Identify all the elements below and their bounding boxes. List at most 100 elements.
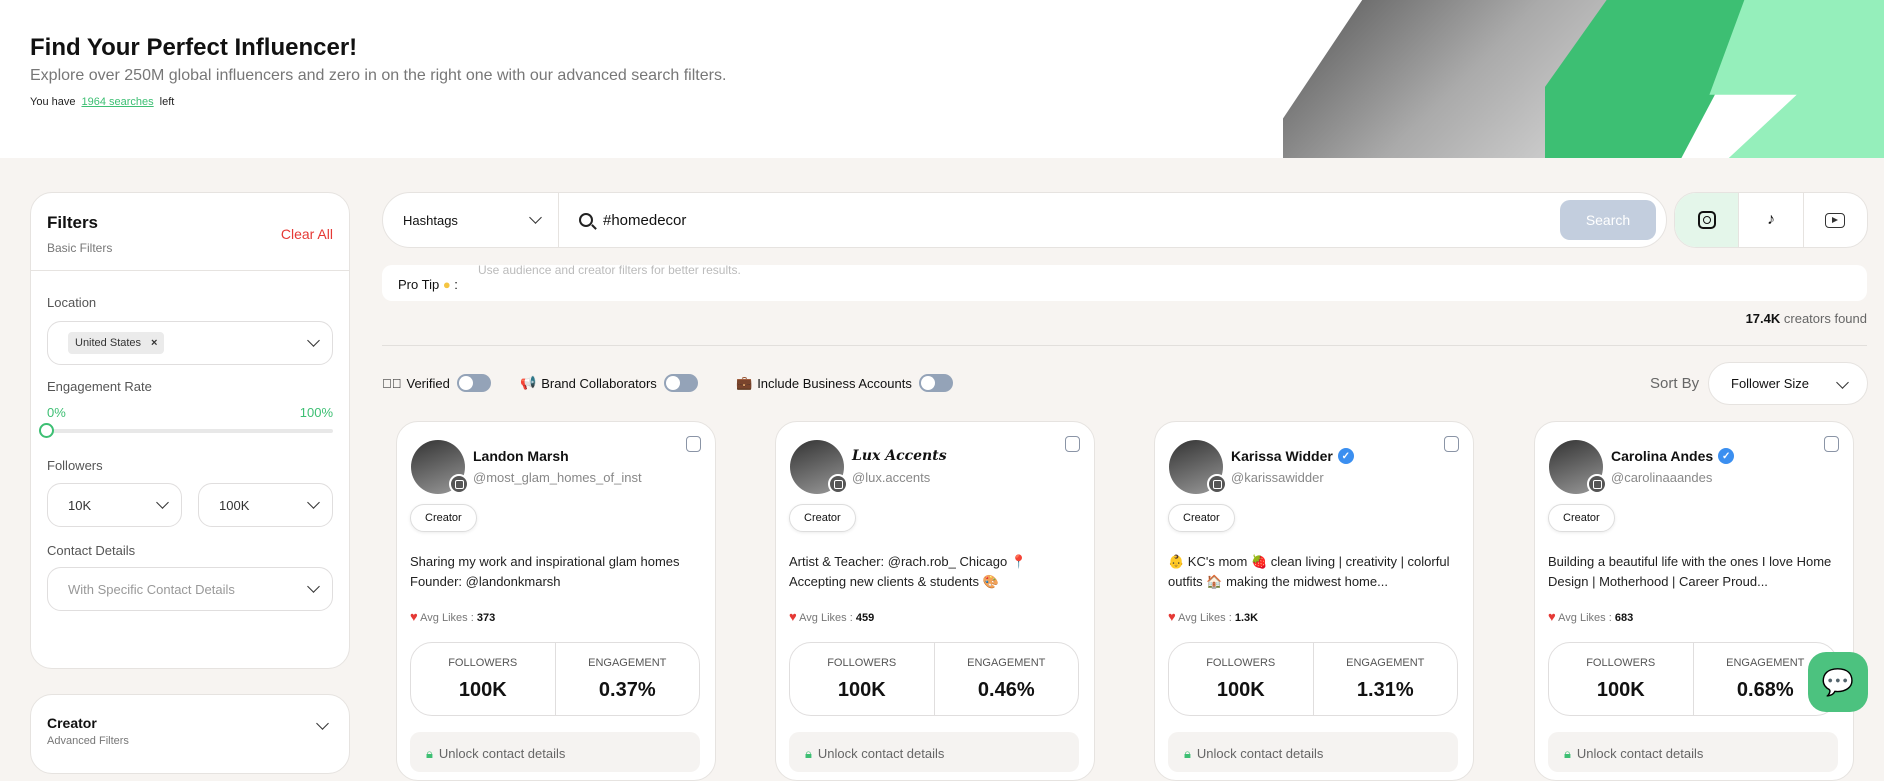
- creator-name[interactable]: Lux Accents: [852, 448, 947, 464]
- select-checkbox[interactable]: [1065, 436, 1080, 452]
- clear-all-button[interactable]: Clear All: [281, 226, 333, 242]
- creator-bio: Building a beautiful life with the ones …: [1548, 554, 1832, 589]
- lightbulb-icon: ●: [442, 277, 451, 292]
- slider-handle[interactable]: [39, 423, 54, 438]
- creator-name-text: Carolina Andes: [1611, 448, 1714, 464]
- engagement-label: ENGAGEMENT: [1346, 657, 1425, 669]
- verified-badge-icon: ✓: [1718, 448, 1735, 464]
- followers-max-select[interactable]: 100K: [198, 483, 333, 527]
- avg-likes-value: 683: [1614, 612, 1634, 624]
- unlock-label: Unlock contact details: [438, 746, 566, 761]
- megaphone-icon: 📢: [520, 375, 537, 390]
- verified-toggle[interactable]: [456, 374, 491, 392]
- creator-name[interactable]: Landon Marsh: [473, 448, 569, 464]
- engagement-slider[interactable]: [39, 423, 333, 438]
- heart-icon: ♥: [1168, 609, 1176, 624]
- avg-likes-label: Avg Likes :: [420, 612, 474, 624]
- followers-min-select[interactable]: 10K: [47, 483, 182, 527]
- followers-label: FOLLOWERS: [1586, 657, 1656, 669]
- stats-box: FOLLOWERS 100K ENGAGEMENT 0.37%: [410, 642, 700, 716]
- instagram-badge-icon: [449, 474, 469, 494]
- searches-left-link[interactable]: 1964 searches: [81, 96, 153, 108]
- location-label: Location: [47, 295, 97, 310]
- brand-collaborators-toggle[interactable]: [663, 374, 698, 392]
- lock-icon: 🔒︎: [426, 746, 433, 761]
- location-select[interactable]: United States ×: [47, 321, 333, 365]
- search-type-select[interactable]: Hashtags: [383, 193, 559, 247]
- creator-handle: @carolinaaandes: [1611, 470, 1713, 485]
- creator-card[interactable]: Carolina Andes ✓ @carolinaaandes Creator …: [1534, 421, 1854, 781]
- unlock-label: Unlock contact details: [817, 746, 945, 761]
- sort-select[interactable]: Follower Size: [1708, 362, 1868, 405]
- remove-chip-icon[interactable]: ×: [151, 337, 157, 349]
- heart-icon: ♥: [789, 609, 797, 624]
- creator-bio: Sharing my work and inspirational glam h…: [410, 554, 680, 589]
- unlock-contact-button[interactable]: 🔒︎ Unlock contact details: [1168, 732, 1458, 772]
- divider: [382, 345, 1867, 346]
- instagram-badge-icon: [1207, 474, 1227, 494]
- search-input[interactable]: #homedecor: [603, 212, 1560, 229]
- location-chip-label: United States: [75, 337, 142, 349]
- search-quota: You have 1964 searches left: [30, 96, 174, 108]
- select-checkbox[interactable]: [1444, 436, 1459, 452]
- platform-selector: ♪: [1674, 192, 1868, 248]
- platform-youtube[interactable]: [1804, 193, 1867, 247]
- followers-label: Followers: [47, 458, 103, 473]
- creator-filters-panel[interactable]: Creator Advanced Filters: [30, 694, 350, 774]
- sort-label: Sort By: [1650, 375, 1700, 392]
- engagement-value: 0.37%: [598, 679, 656, 701]
- stats-box: FOLLOWERS 100K ENGAGEMENT 0.46%: [789, 642, 1079, 716]
- instagram-badge-icon: [1587, 474, 1607, 494]
- briefcase-icon: 💼: [736, 375, 753, 390]
- creator-name[interactable]: Karissa Widder ✓: [1231, 448, 1354, 464]
- engagement-value: 1.31%: [1356, 679, 1414, 701]
- verified-label: Verified: [406, 375, 450, 391]
- select-checkbox[interactable]: [1824, 436, 1839, 452]
- platform-instagram[interactable]: [1675, 193, 1740, 247]
- unlock-contact-button[interactable]: 🔒︎ Unlock contact details: [1548, 732, 1838, 772]
- chat-icon: 💬: [1821, 666, 1855, 697]
- lock-icon: 🔒︎: [1564, 746, 1571, 761]
- pro-tip-label-text: Pro Tip: [398, 277, 440, 292]
- business-toggle-group: 💼 Include Business Accounts: [736, 374, 953, 392]
- creator-bio: 👶 KC's mom 🍓 clean living | creativity |…: [1168, 554, 1450, 589]
- creator-card[interactable]: Karissa Widder ✓ @karissawidder Creator 👶…: [1154, 421, 1474, 781]
- pro-tip-text: Use audience and creator filters for bet…: [478, 263, 741, 277]
- search-button[interactable]: Search: [1560, 200, 1656, 240]
- avg-likes: ♥ Avg Likes : 459: [789, 609, 874, 624]
- avg-likes-label: Avg Likes :: [1178, 612, 1232, 624]
- chat-support-button[interactable]: 💬: [1808, 652, 1868, 712]
- followers-max-value: 100K: [219, 497, 250, 513]
- creator-bio: Artist & Teacher: @rach.rob_ Chicago 📍 A…: [789, 554, 1027, 589]
- filters-panel: Filters Basic Filters Clear All Location…: [30, 192, 350, 669]
- results-count-suffix: creators found: [1783, 311, 1867, 326]
- page-subtitle: Explore over 250M global influencers and…: [30, 67, 727, 84]
- engagement-label: Engagement Rate: [47, 379, 152, 394]
- creator-card[interactable]: Landon Marsh @most_glam_homes_of_inst Cr…: [396, 421, 716, 781]
- brand-toggle-group: 📢 Brand Collaborators: [520, 374, 698, 392]
- avg-likes-label: Avg Likes :: [799, 612, 853, 624]
- creator-name-text: Karissa Widder: [1231, 448, 1333, 464]
- chevron-down-icon: [307, 334, 320, 347]
- instagram-icon: [1697, 211, 1716, 229]
- select-checkbox[interactable]: [686, 436, 701, 452]
- engagement-max: 100%: [299, 405, 333, 420]
- unlock-contact-button[interactable]: 🔒︎ Unlock contact details: [410, 732, 700, 772]
- chevron-down-icon: [307, 496, 320, 509]
- creator-name[interactable]: Carolina Andes ✓: [1611, 448, 1735, 464]
- pro-tip-label: Pro Tip ● :: [398, 277, 458, 292]
- unlock-contact-button[interactable]: 🔒︎ Unlock contact details: [789, 732, 1079, 772]
- platform-tiktok[interactable]: ♪: [1739, 193, 1804, 247]
- quota-prefix: You have: [30, 96, 76, 108]
- stats-box: FOLLOWERS 100K ENGAGEMENT 0.68%: [1548, 642, 1838, 716]
- creator-type-badge: Creator: [789, 504, 856, 532]
- unlock-label: Unlock contact details: [1196, 746, 1324, 761]
- creator-handle: @most_glam_homes_of_inst: [473, 470, 642, 485]
- business-accounts-toggle[interactable]: [918, 374, 953, 392]
- contact-select[interactable]: With Specific Contact Details: [47, 567, 333, 611]
- avg-likes: ♥ Avg Likes : 683: [1548, 609, 1633, 624]
- avatar: [411, 440, 469, 494]
- brand-label: Brand Collaborators: [541, 375, 657, 391]
- heart-icon: ♥: [410, 609, 418, 624]
- creator-card[interactable]: Lux Accents @lux.accents Creator Artist …: [775, 421, 1095, 781]
